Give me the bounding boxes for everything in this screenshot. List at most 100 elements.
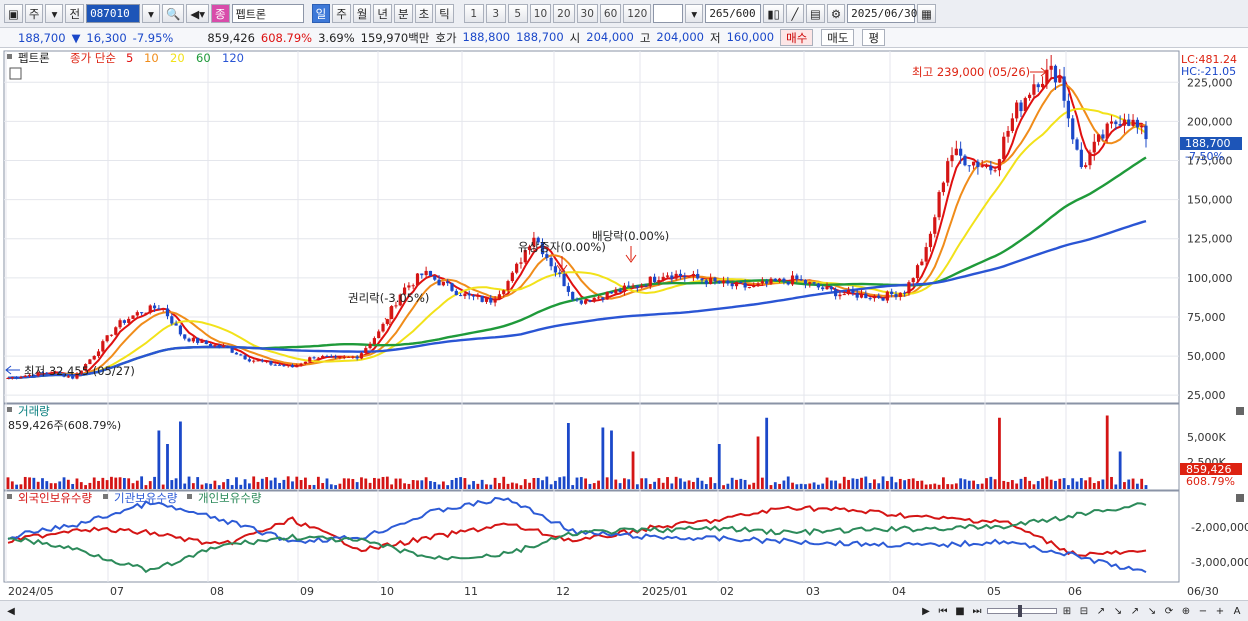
volume-bar — [933, 483, 937, 489]
candle-body — [743, 283, 747, 288]
period-tab[interactable]: 분 — [393, 4, 413, 23]
search-icon[interactable]: 🔍 — [162, 4, 185, 23]
period-tab[interactable]: 초 — [414, 4, 434, 23]
candle-body — [1019, 102, 1023, 112]
chart-tool-icon[interactable]: ⊞ — [1060, 604, 1074, 618]
candle-body — [92, 356, 96, 360]
rewind-icon[interactable]: ⏮ — [936, 604, 950, 618]
volume-bar — [959, 478, 963, 489]
zoom-out-icon[interactable]: − — [1196, 604, 1210, 618]
candle-body — [816, 283, 820, 288]
chart-area[interactable]: 225,000200,000175,000150,000125,000100,0… — [0, 48, 1248, 600]
panel-close-icon[interactable] — [1236, 407, 1244, 415]
candle-body — [346, 356, 351, 358]
candle-body — [821, 287, 825, 290]
scroll-right-icon[interactable]: ▶ — [919, 604, 933, 618]
candle-body — [1032, 84, 1036, 95]
interval-custom-input[interactable] — [653, 4, 684, 23]
x-axis-label: 03 — [806, 585, 820, 598]
volume-bar — [614, 479, 618, 489]
calendar-icon[interactable]: ▦ — [917, 4, 937, 23]
volume-bar — [993, 479, 997, 489]
period-tab[interactable]: 월 — [352, 4, 372, 23]
prev-button[interactable]: 전 — [65, 4, 85, 23]
volume-bar — [1032, 484, 1036, 489]
volume-bar — [700, 480, 704, 489]
chevron-down-icon[interactable]: ▾ — [685, 4, 704, 23]
amount: 159,970백만 — [360, 30, 430, 45]
interval-tab[interactable]: 5 — [507, 4, 528, 23]
drawing-tool-icon[interactable]: ╱ — [785, 4, 804, 23]
high-annotation: 최고 239,000 (05/26) — [912, 65, 1030, 79]
candle-body — [441, 281, 445, 286]
zoom-slider[interactable] — [987, 605, 1057, 617]
candle-body — [260, 360, 264, 362]
interval-tab[interactable]: 10 — [529, 4, 552, 23]
candle-count-input[interactable]: 265/600 — [705, 4, 762, 23]
candle-body — [799, 279, 803, 281]
date-input[interactable]: 2025/06/30 — [847, 4, 917, 23]
trend-tool-icon[interactable]: ↗ — [1094, 604, 1108, 618]
candle-body — [993, 170, 997, 172]
candle-body — [15, 377, 19, 379]
sell-button[interactable]: 매도 — [821, 29, 855, 46]
candle-body — [329, 356, 333, 358]
interval-tab[interactable]: 30 — [576, 4, 598, 23]
x-axis-label: 02 — [720, 585, 734, 598]
volume-bar — [385, 476, 389, 489]
timeframe-select[interactable]: 주 — [24, 4, 44, 23]
volume-bar — [179, 421, 182, 489]
candle-body — [515, 263, 519, 273]
candle-body — [196, 337, 200, 343]
volume-bar — [191, 483, 195, 489]
trend-tool-icon[interactable]: ↗ — [1128, 604, 1142, 618]
trend-tool-icon[interactable]: ↘ — [1145, 604, 1159, 618]
period-tab[interactable]: 년 — [373, 4, 392, 23]
candle-body — [1071, 118, 1075, 140]
refresh-icon[interactable]: ⟳ — [1162, 604, 1176, 618]
save-icon[interactable]: ▤ — [805, 4, 825, 23]
volume-bar — [187, 476, 191, 489]
buy-button[interactable]: 매수 — [780, 29, 814, 46]
candle-body — [838, 294, 842, 297]
interval-tab[interactable]: 120 — [623, 4, 652, 23]
period-tab[interactable]: 일 — [311, 4, 331, 23]
candle-body — [1002, 136, 1006, 160]
candle-body — [1092, 141, 1096, 153]
panel-close-icon[interactable] — [1236, 494, 1244, 502]
candle-body — [592, 297, 596, 302]
period-tab[interactable]: 틱 — [435, 4, 454, 23]
fast-forward-icon[interactable]: ⏭ — [970, 604, 984, 618]
period-tab[interactable]: 주 — [332, 4, 351, 23]
volume-bar — [670, 483, 674, 489]
candle-body — [140, 312, 144, 314]
candle-body — [476, 295, 480, 297]
interval-tab[interactable]: 20 — [553, 4, 575, 23]
chevron-down-icon[interactable]: ▾ — [45, 4, 64, 23]
window-icon[interactable]: ▣ — [4, 4, 23, 23]
eval-button[interactable]: 평 — [862, 29, 886, 46]
interval-tab[interactable]: 60 — [599, 4, 622, 23]
volume-bar — [713, 483, 717, 489]
stock-name-field[interactable]: 펩트론 — [231, 4, 304, 23]
scroll-left-icon[interactable]: ◀ — [4, 604, 18, 618]
speaker-icon[interactable]: ◀▾ — [186, 4, 210, 23]
chart-scrollbar[interactable]: ◀ ▶ ⏮ ■ ⏭ ⊞ ⊟ ↗ ↘ ↗ ↘ ⟳ ⊕ − + A — [0, 600, 1248, 621]
candle-body — [239, 354, 243, 356]
plus-icon[interactable]: + — [1213, 604, 1227, 618]
text-icon[interactable]: A — [1230, 604, 1244, 618]
volume-bar — [278, 482, 281, 489]
zoom-in-icon[interactable]: ⊕ — [1179, 604, 1193, 618]
interval-tab[interactable]: 3 — [485, 4, 506, 23]
stop-icon[interactable]: ■ — [953, 604, 967, 618]
candle-type-icon[interactable]: ▮▯ — [763, 4, 784, 23]
volume-bar — [1071, 478, 1075, 489]
stock-code-input[interactable]: 087010 — [86, 4, 141, 23]
grid-toggle-icon[interactable] — [9, 67, 22, 80]
gear-icon[interactable]: ⚙ — [826, 4, 846, 23]
interval-tab[interactable]: 1 — [463, 4, 484, 23]
volume-bar — [84, 485, 87, 489]
chevron-down-icon[interactable]: ▾ — [142, 4, 161, 23]
trend-tool-icon[interactable]: ↘ — [1111, 604, 1125, 618]
chart-tool-icon[interactable]: ⊟ — [1077, 604, 1091, 618]
